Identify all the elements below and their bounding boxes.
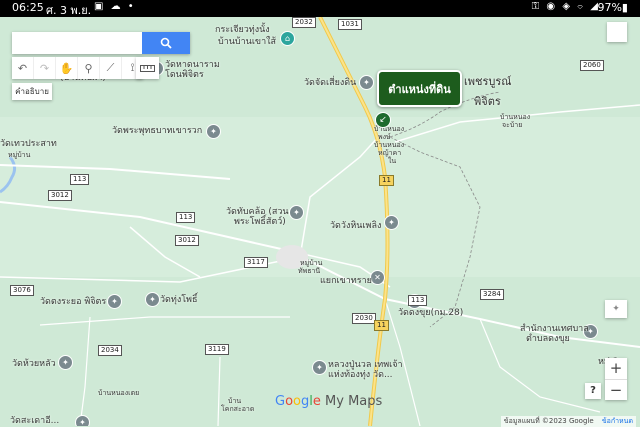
temple-icon: ✦ (384, 215, 399, 230)
map-label: แยกเขาทราย (320, 276, 372, 286)
road-shield: 11 (379, 175, 394, 186)
map-label: บ้านหนอง (500, 113, 531, 121)
search-button[interactable] (142, 32, 190, 54)
map-label: บ้านหนอง (374, 141, 405, 149)
search-bar (12, 32, 190, 54)
road-shield: 113 (176, 212, 196, 223)
temple-icon: ✦ (206, 124, 221, 139)
help-button[interactable]: ? (585, 383, 601, 399)
terms-link[interactable]: ข้อกำหนด (602, 417, 633, 425)
map-label: วัดดงขุย(กม.28) (398, 308, 464, 318)
copyright-text: ข้อมูลแผนที่ ©2023 Google (503, 417, 594, 425)
park-icon: ⌂ (280, 31, 295, 46)
pegman-icon[interactable]: ✦ (605, 300, 627, 318)
temple-icon: ✦ (289, 205, 304, 220)
zoom-control: + − (605, 358, 627, 400)
ruler-button[interactable] (136, 57, 159, 79)
road-shield: 3117 (244, 257, 268, 268)
temple-icon: ✦ (58, 355, 73, 370)
map-label: แห่งท้องทุ่ง วัด... (328, 370, 393, 380)
callout-label: ตำแหน่งที่ดิน (388, 82, 451, 96)
status-time: 06:25 (12, 1, 44, 14)
map-attribution: ข้อมูลแผนที่ ©2023 Google ข้อกำหนด (500, 416, 636, 427)
zoom-in-button[interactable]: + (605, 358, 627, 380)
google-my-maps-logo: Google My Maps (275, 394, 383, 409)
road-shield: 2032 (292, 17, 316, 28)
map-label: พิจิตร (474, 95, 501, 108)
map-label: เพชรบูรณ์ (464, 75, 512, 88)
road-shield: 2034 (98, 345, 122, 356)
map-label: วัดตงระยอ พิจิตร (40, 297, 107, 307)
zoom-out-button[interactable]: − (605, 380, 627, 401)
location-marker-icon[interactable]: ↙ (375, 112, 391, 128)
line-icon[interactable]: ⟋ (100, 57, 122, 79)
map-label: บ้านหนองเตย (98, 389, 140, 397)
map-label: ทัพธานี (298, 267, 321, 275)
map-label: วัดทุ่งโพธิ์ (160, 295, 198, 305)
intersection-icon: ✕ (370, 270, 385, 285)
road-shield: 1031 (338, 19, 362, 30)
road-shield: 3119 (205, 344, 229, 355)
road-shield: 3012 (48, 190, 72, 201)
road-shield: 2030 (352, 313, 376, 324)
system-icons: ⚿ ◉ ◈ ⌔ ◢ (531, 1, 600, 12)
legend-button[interactable]: คำอธิบาย (12, 83, 52, 100)
road-shield: 113 (70, 174, 90, 185)
road-shield: 113 (408, 295, 428, 306)
road-shield: 3284 (480, 289, 504, 300)
location-callout[interactable]: ตำแหน่งที่ดิน (377, 70, 462, 107)
road-shield: 2060 (580, 60, 604, 71)
map-label: พงษ์ (378, 133, 391, 141)
map-label: โดนพิจิตร (165, 70, 204, 80)
map-label: กระเจียวทุ่งนั้ง (215, 25, 270, 35)
hand-icon[interactable]: ✋ (56, 57, 78, 79)
temple-icon: ✦ (75, 415, 90, 426)
map-label: หมู่บ้าน (300, 259, 323, 267)
map-label: วัดสะเดาอี... (10, 416, 60, 426)
map-label: หลวงปู่นวล เทพเจ้า (328, 360, 403, 370)
map-label: วัดพระพุทธบาทเขารวก (112, 126, 203, 136)
map-toolbar: ↶ ↷ ✋ ⚲ ⟋ ⟟ (12, 57, 143, 79)
battery-level: 97%▮ (597, 1, 628, 14)
map-label: วัดทับคล้อ (สวน (226, 207, 289, 217)
redo-icon[interactable]: ↷ (34, 57, 56, 79)
map-label: วัดหาดนาราม (165, 60, 220, 70)
status-bar: 06:25 ศ. 3 พ.ย. ▣ ☁ • ⚿ ◉ ◈ ⌔ ◢ 97%▮ (0, 0, 640, 17)
map-label: พระโพธิ์สัตว์) (234, 217, 286, 227)
map-label: วัดเทวประสาท (0, 139, 57, 149)
map-label: จะบ้าย (502, 121, 523, 129)
temple-icon: ✦ (312, 360, 327, 375)
map-label: หมู่บ้าน (8, 151, 31, 159)
fullscreen-button[interactable] (607, 22, 627, 42)
undo-icon[interactable]: ↶ (12, 57, 34, 79)
road-shield: 11 (374, 320, 389, 331)
search-input[interactable] (12, 32, 142, 54)
marker-icon[interactable]: ⚲ (78, 57, 100, 79)
map-label: บ้านบ้านเขาใส้ (218, 37, 277, 47)
map-label: ใน (388, 157, 397, 165)
map-label: ตำบลดงขุย (526, 334, 570, 344)
temple-icon: ✦ (107, 294, 122, 309)
map-label: วัดวังหินเพลิง (330, 221, 382, 231)
map-label: วัดจัดเสี่ยงดิน (304, 78, 357, 88)
search-icon (160, 37, 172, 49)
road-shield: 3012 (175, 235, 199, 246)
notification-icons: ▣ ☁ • (94, 1, 136, 12)
map-label: วัดห้วยหลัว (12, 359, 56, 369)
temple-icon: ✦ (359, 75, 374, 90)
map-label: บ้าน (228, 397, 242, 405)
map-label: หญ้าคา (378, 149, 402, 157)
map-label: โคกสะอาด (221, 405, 255, 413)
map-label: สำนักงานเทศบาล (520, 324, 589, 334)
ruler-icon (140, 64, 155, 72)
road-shield: 3076 (10, 285, 34, 296)
temple-icon: ✦ (145, 292, 160, 307)
